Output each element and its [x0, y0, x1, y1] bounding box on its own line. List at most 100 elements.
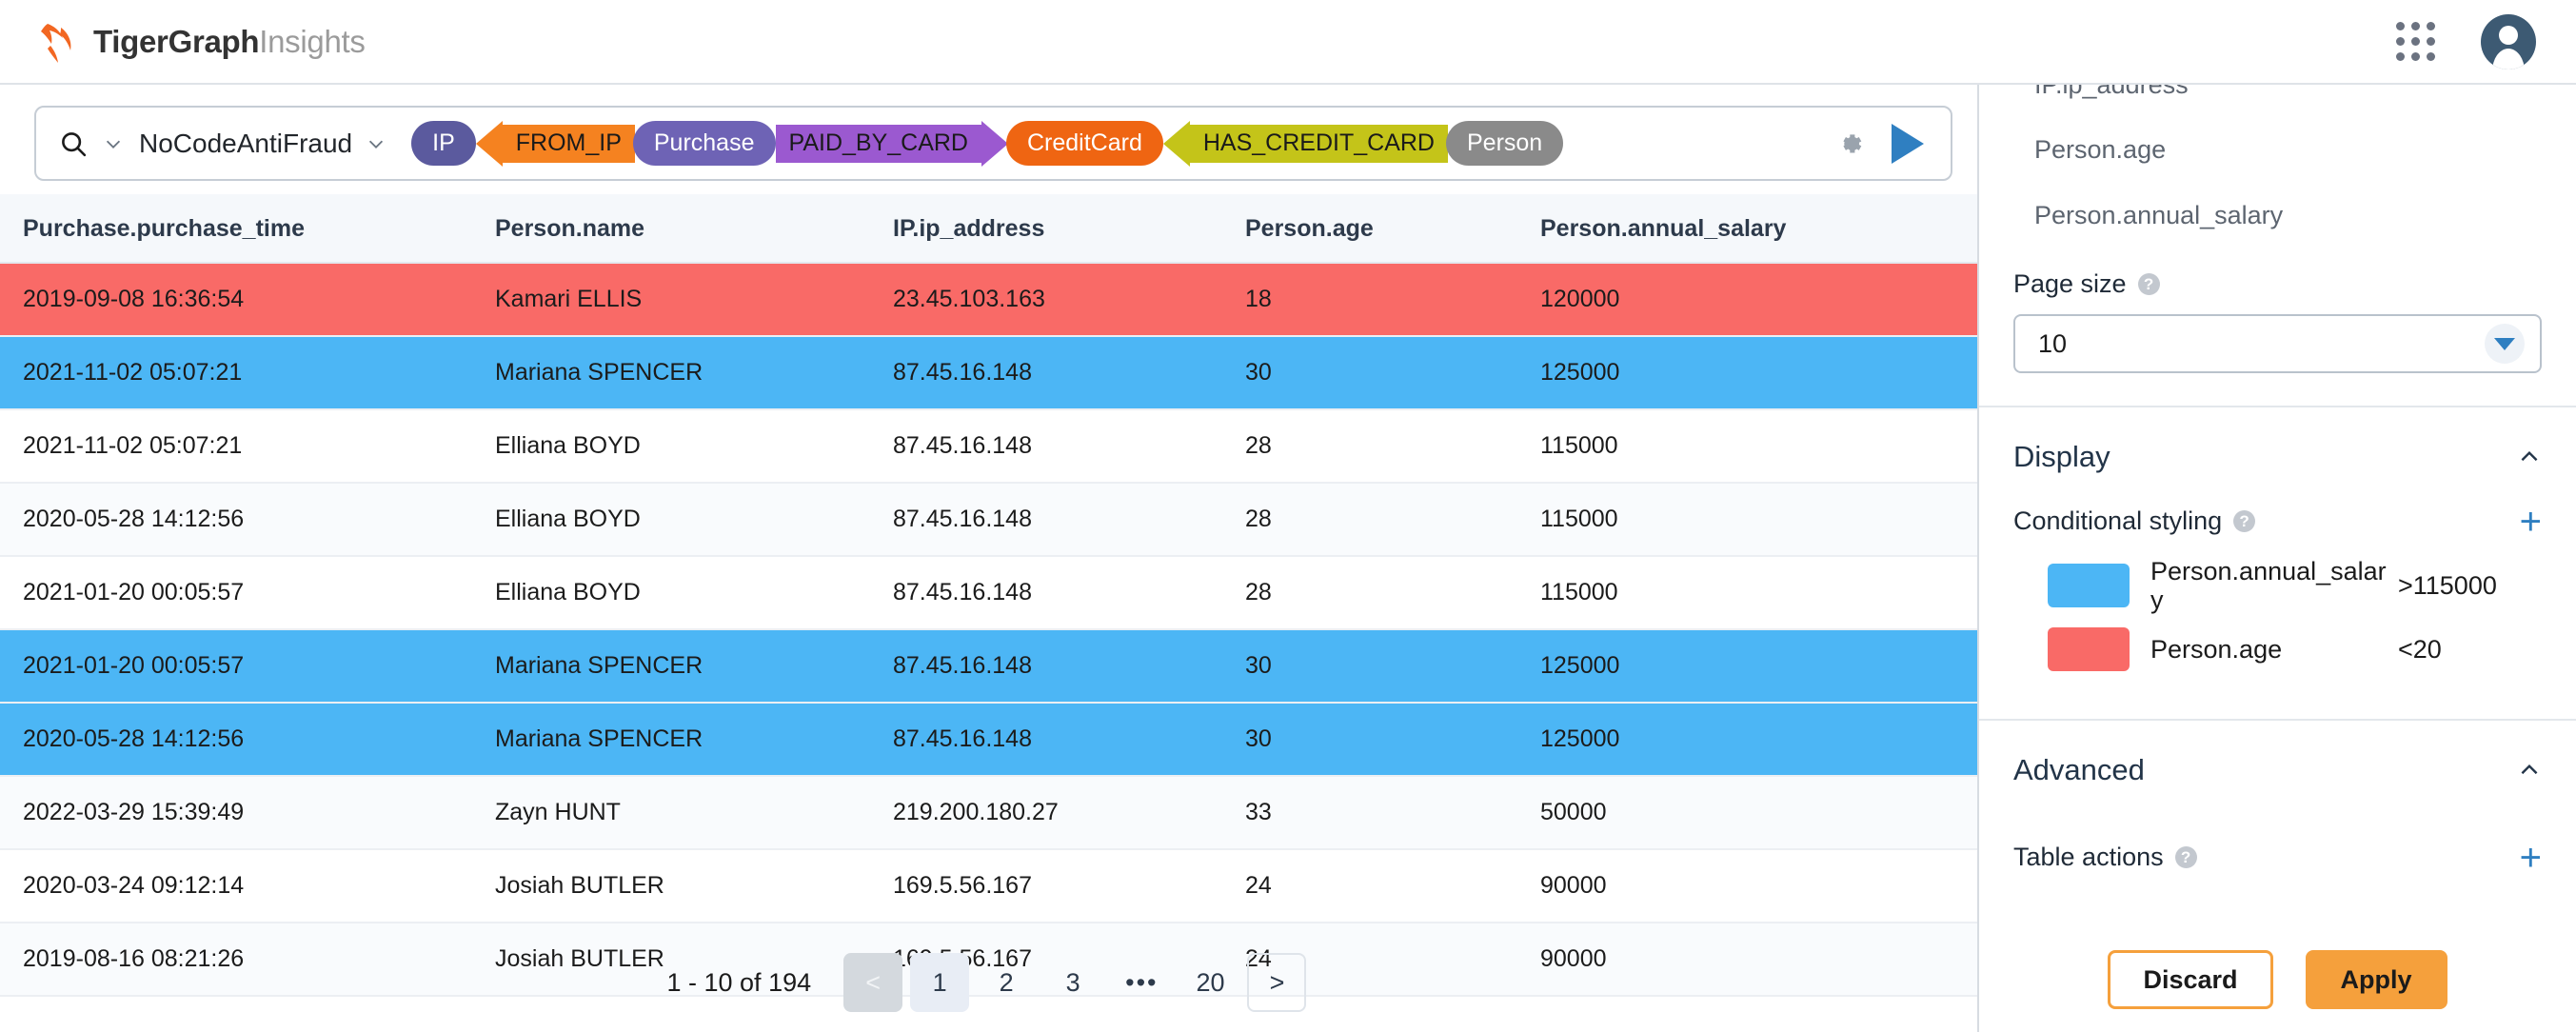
plus-icon[interactable]: + — [2520, 844, 2542, 871]
table-row[interactable]: 2021-11-02 05:07:21Elliana BOYD87.45.16.… — [0, 409, 1977, 483]
field-list: IP.ip_address Person.age Person.annual_s… — [1979, 85, 2576, 248]
table-cell: 28 — [1245, 483, 1540, 556]
rule-condition: <20 — [2398, 635, 2442, 665]
pagination-page-1[interactable]: 1 — [910, 953, 969, 1012]
display-section-header[interactable]: Display — [1979, 407, 2576, 503]
pagination-page-3[interactable]: 3 — [1043, 953, 1102, 1012]
chevron-up-icon[interactable] — [2517, 445, 2542, 469]
chevron-down-icon[interactable] — [2485, 324, 2525, 364]
table-cell: Mariana SPENCER — [495, 703, 893, 776]
column-header-person-age[interactable]: Person.age — [1245, 194, 1540, 263]
brand-title: TigerGraphInsights — [93, 24, 366, 60]
table-cell: 115000 — [1540, 409, 1977, 483]
pagination-next-button[interactable]: > — [1247, 953, 1306, 1012]
run-query-play-icon[interactable] — [1892, 124, 1924, 164]
pattern-node-ip[interactable]: IP — [411, 121, 476, 166]
field-item-ip-address[interactable]: IP.ip_address — [2013, 85, 2542, 117]
pattern-edge-has-credit-card[interactable]: HAS_CREDIT_CARD — [1163, 125, 1448, 163]
top-bar-actions — [2396, 14, 2536, 69]
apps-grid-icon[interactable] — [2396, 22, 2435, 61]
gear-icon[interactable] — [1833, 127, 1867, 161]
tigergraph-logo-icon — [38, 20, 78, 64]
conditional-styling-label-group: Conditional styling ? — [2013, 506, 2255, 536]
pagination-prev-button[interactable]: < — [843, 953, 902, 1012]
color-swatch[interactable] — [2048, 627, 2130, 671]
table-row[interactable]: 2021-01-20 00:05:57Elliana BOYD87.45.16.… — [0, 556, 1977, 629]
pattern-edge-paid-by-card[interactable]: PAID_BY_CARD — [776, 125, 1009, 163]
pattern-node-person[interactable]: Person — [1446, 121, 1563, 166]
apply-button[interactable]: Apply — [2306, 950, 2447, 1009]
table-row[interactable]: 2021-11-02 05:07:21Mariana SPENCER87.45.… — [0, 336, 1977, 409]
table-cell: 30 — [1245, 336, 1540, 409]
conditional-styling-label: Conditional styling — [2013, 506, 2222, 536]
help-circle-icon[interactable]: ? — [2233, 510, 2255, 532]
conditional-styling-rule[interactable]: Person.annual_salary>115000 — [2013, 557, 2542, 614]
table-cell: 18 — [1245, 263, 1540, 336]
table-cell: 2020-03-24 09:12:14 — [0, 849, 495, 923]
pagination-ellipsis[interactable]: ••• — [1106, 968, 1177, 998]
conditional-styling-rule[interactable]: Person.age <20 — [2013, 627, 2542, 671]
table-cell: 23.45.103.163 — [893, 263, 1245, 336]
graph-name-label[interactable]: NoCodeAntiFraud — [139, 129, 352, 159]
table-cell: 2021-01-20 00:05:57 — [0, 556, 495, 629]
table-actions-label-group: Table actions ? — [2013, 843, 2197, 872]
table-cell: 33 — [1245, 776, 1540, 849]
color-swatch[interactable] — [2048, 564, 2130, 607]
table-cell: 28 — [1245, 409, 1540, 483]
body-split: NoCodeAntiFraud IP FROM_IP Purchase — [0, 85, 2576, 1032]
page-size-label: Page size — [2013, 269, 2127, 299]
table-cell: 87.45.16.148 — [893, 703, 1245, 776]
table-cell: 2021-11-02 05:07:21 — [0, 409, 495, 483]
brand-logo-group[interactable]: TigerGraphInsights — [38, 20, 366, 64]
pattern-edge-from-ip[interactable]: FROM_IP — [476, 125, 635, 163]
column-header-purchase-time[interactable]: Purchase.purchase_time — [0, 194, 495, 263]
table-cell: 2020-05-28 14:12:56 — [0, 703, 495, 776]
table-row[interactable]: 2019-09-08 16:36:54Kamari ELLIS23.45.103… — [0, 263, 1977, 336]
results-table-head: Purchase.purchase_time Person.name IP.ip… — [0, 194, 1977, 263]
pagination-page-2[interactable]: 2 — [977, 953, 1036, 1012]
pagination-last-page[interactable]: 20 — [1180, 953, 1239, 1012]
brand-secondary: Insights — [259, 24, 365, 59]
pagination: 1 - 10 of 194 < 1 2 3 ••• 20 > — [0, 933, 1977, 1032]
results-table: Purchase.purchase_time Person.name IP.ip… — [0, 194, 1977, 997]
display-section-title: Display — [2013, 440, 2110, 474]
graph-select-chevron-down-icon[interactable] — [366, 133, 386, 154]
table-cell: 87.45.16.148 — [893, 556, 1245, 629]
help-circle-icon[interactable]: ? — [2175, 846, 2197, 868]
advanced-section-header[interactable]: Advanced — [1979, 721, 2576, 816]
table-row[interactable]: 2021-01-20 00:05:57Mariana SPENCER87.45.… — [0, 629, 1977, 703]
field-item-annual-salary[interactable]: Person.annual_salary — [2013, 183, 2542, 248]
table-cell: 87.45.16.148 — [893, 629, 1245, 703]
plus-icon[interactable]: + — [2520, 508, 2542, 535]
table-row[interactable]: 2020-05-28 14:12:56Elliana BOYD87.45.16.… — [0, 483, 1977, 556]
search-icon[interactable] — [59, 129, 88, 158]
query-bar[interactable]: NoCodeAntiFraud IP FROM_IP Purchase — [34, 106, 1952, 181]
column-header-annual-salary[interactable]: Person.annual_salary — [1540, 194, 1977, 263]
rule-attribute: Person.annual_salary — [2150, 557, 2388, 614]
search-mode-chevron-down-icon[interactable] — [103, 133, 124, 154]
table-row[interactable]: 2020-05-28 14:12:56Mariana SPENCER87.45.… — [0, 703, 1977, 776]
user-avatar-icon[interactable] — [2481, 14, 2536, 69]
table-cell: 50000 — [1540, 776, 1977, 849]
advanced-section-title: Advanced — [2013, 753, 2145, 787]
discard-button[interactable]: Discard — [2108, 950, 2272, 1009]
pattern-node-purchase[interactable]: Purchase — [633, 121, 776, 166]
table-cell: 125000 — [1540, 703, 1977, 776]
table-cell: Zayn HUNT — [495, 776, 893, 849]
table-cell: 87.45.16.148 — [893, 409, 1245, 483]
pattern-node-creditcard[interactable]: CreditCard — [1006, 121, 1163, 166]
field-item-person-age[interactable]: Person.age — [2013, 117, 2542, 183]
table-cell: Mariana SPENCER — [495, 336, 893, 409]
table-cell: 2021-11-02 05:07:21 — [0, 336, 495, 409]
pagination-range-label: 1 - 10 of 194 — [667, 968, 812, 998]
page-size-select[interactable]: 10 — [2013, 314, 2542, 373]
column-header-ip-address[interactable]: IP.ip_address — [893, 194, 1245, 263]
table-cell: 2020-05-28 14:12:56 — [0, 483, 495, 556]
table-row[interactable]: 2022-03-29 15:39:49Zayn HUNT219.200.180.… — [0, 776, 1977, 849]
rule-attribute: Person.age — [2150, 635, 2388, 664]
table-row[interactable]: 2020-03-24 09:12:14Josiah BUTLER169.5.56… — [0, 849, 1977, 923]
chevron-up-icon[interactable] — [2517, 758, 2542, 783]
help-circle-icon[interactable]: ? — [2138, 273, 2160, 295]
page-size-label-row: Page size ? — [2013, 269, 2542, 299]
column-header-person-name[interactable]: Person.name — [495, 194, 893, 263]
